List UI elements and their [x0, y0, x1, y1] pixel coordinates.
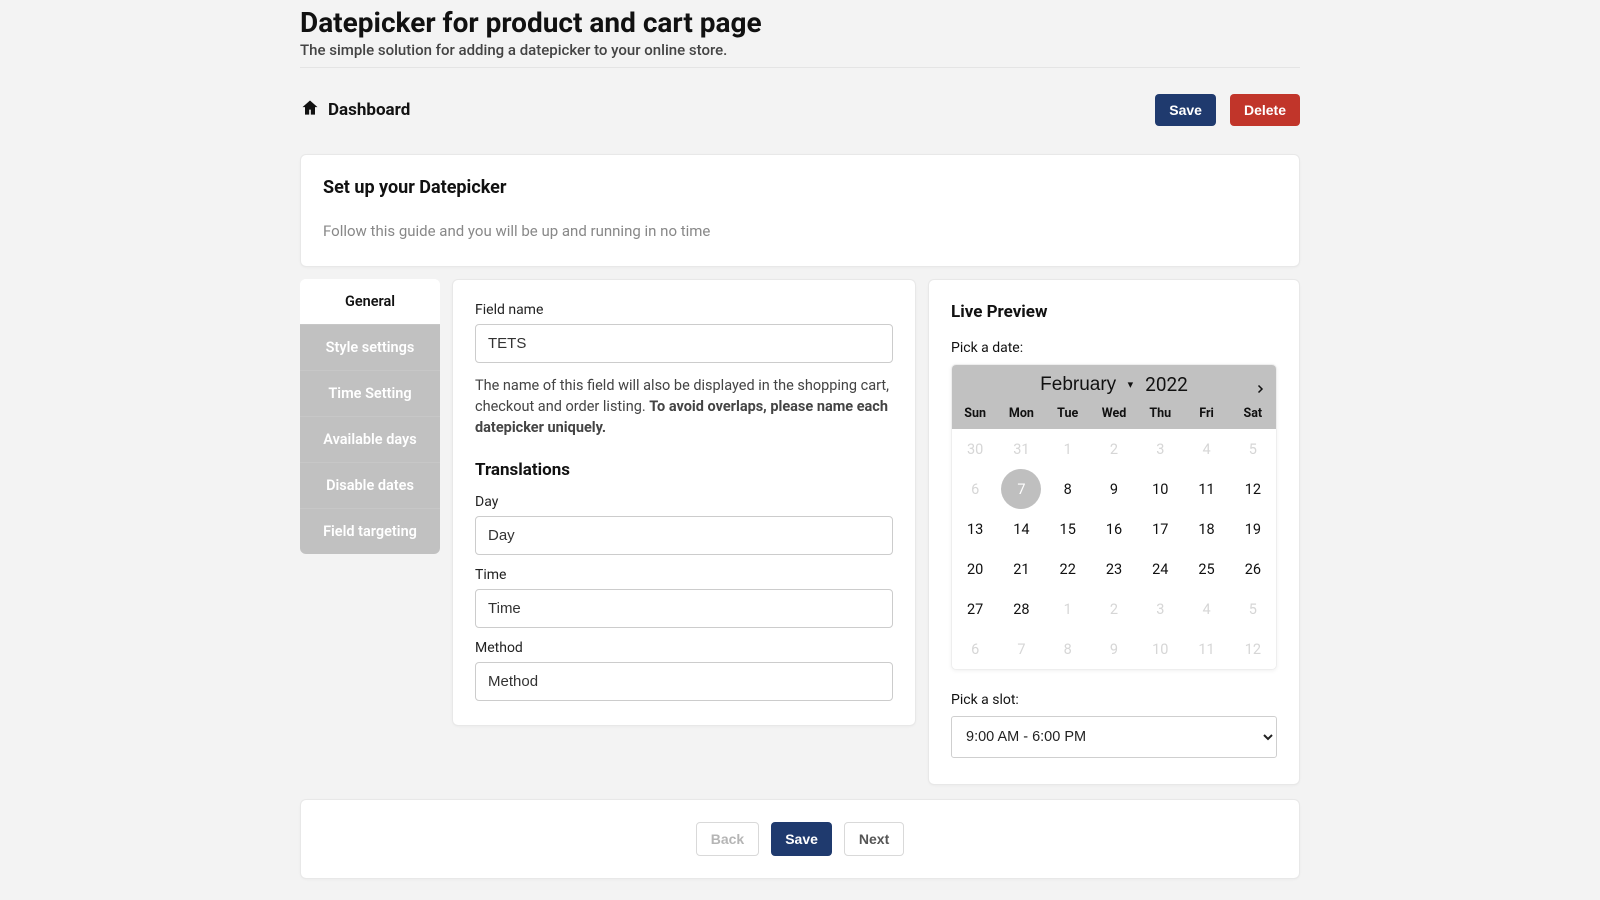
field-name-help: The name of this field will also be disp… [475, 375, 893, 438]
calendar-day[interactable]: 27 [952, 589, 998, 629]
calendar-day[interactable]: 28 [998, 589, 1044, 629]
pick-slot-label: Pick a slot: [951, 692, 1277, 708]
calendar-day: 1 [1045, 429, 1091, 469]
calendar-day: 6 [952, 629, 998, 669]
home-icon [300, 98, 320, 123]
tab-style-settings[interactable]: Style settings [300, 324, 440, 370]
time-label: Time [475, 567, 893, 583]
field-name-label: Field name [475, 302, 893, 318]
calendar-day[interactable]: 13 [952, 509, 998, 549]
tab-available-days[interactable]: Available days [300, 416, 440, 462]
dow-label: Thu [1137, 406, 1183, 421]
calendar-day[interactable]: 25 [1183, 549, 1229, 589]
calendar-day: 11 [1183, 629, 1229, 669]
calendar-day: 30 [952, 429, 998, 469]
calendar-day: 3 [1137, 589, 1183, 629]
tab-general[interactable]: General [300, 279, 440, 324]
calendar-day[interactable]: 23 [1091, 549, 1137, 589]
pick-date-label: Pick a date: [951, 340, 1277, 356]
calendar-day: 4 [1183, 429, 1229, 469]
day-input[interactable] [475, 516, 893, 555]
calendar-day: 7 [998, 629, 1044, 669]
footer-save-button[interactable]: Save [771, 822, 832, 856]
tab-disable-dates[interactable]: Disable dates [300, 462, 440, 508]
page-title: Datepicker for product and cart page [300, 6, 1300, 39]
calendar: February ▾ 2022 SunMonTueWedThuFriSat 30… [951, 364, 1277, 670]
calendar-day: 8 [1045, 629, 1091, 669]
day-label: Day [475, 494, 893, 510]
calendar-day[interactable]: 22 [1045, 549, 1091, 589]
calendar-day: 1 [1045, 589, 1091, 629]
translations-heading: Translations [475, 460, 893, 480]
calendar-day[interactable]: 9 [1091, 469, 1137, 509]
calendar-day[interactable]: 7 [1001, 469, 1041, 509]
slot-select[interactable]: 9:00 AM - 6:00 PM [951, 716, 1277, 758]
calendar-day[interactable]: 8 [1045, 469, 1091, 509]
dow-label: Tue [1045, 406, 1091, 421]
calendar-day[interactable]: 21 [998, 549, 1044, 589]
intro-sub: Follow this guide and you will be up and… [323, 222, 1277, 240]
field-name-input[interactable] [475, 324, 893, 363]
calendar-day: 2 [1091, 589, 1137, 629]
calendar-day[interactable]: 24 [1137, 549, 1183, 589]
time-input[interactable] [475, 589, 893, 628]
calendar-day: 2 [1091, 429, 1137, 469]
calendar-day[interactable]: 17 [1137, 509, 1183, 549]
dow-label: Sun [952, 406, 998, 421]
dow-label: Fri [1183, 406, 1229, 421]
dow-label: Sat [1230, 406, 1276, 421]
next-month-icon[interactable] [1254, 377, 1266, 400]
calendar-day[interactable]: 26 [1230, 549, 1276, 589]
save-button[interactable]: Save [1155, 94, 1216, 126]
year-label: 2022 [1145, 373, 1188, 396]
page-subtitle: The simple solution for adding a datepic… [300, 41, 1300, 59]
calendar-day[interactable]: 12 [1230, 469, 1276, 509]
calendar-day: 5 [1230, 429, 1276, 469]
back-button[interactable]: Back [696, 822, 759, 856]
calendar-day: 9 [1091, 629, 1137, 669]
breadcrumb-label: Dashboard [328, 100, 410, 120]
month-select[interactable]: February [1040, 374, 1135, 395]
calendar-day: 4 [1183, 589, 1229, 629]
method-input[interactable] [475, 662, 893, 701]
dow-label: Wed [1091, 406, 1137, 421]
calendar-day[interactable]: 15 [1045, 509, 1091, 549]
intro-title: Set up your Datepicker [323, 177, 1277, 198]
calendar-day: 10 [1137, 629, 1183, 669]
calendar-day: 12 [1230, 629, 1276, 669]
calendar-day[interactable]: 10 [1137, 469, 1183, 509]
calendar-day[interactable]: 18 [1183, 509, 1229, 549]
calendar-day: 6 [952, 469, 998, 509]
calendar-day[interactable]: 11 [1183, 469, 1229, 509]
tab-time-setting[interactable]: Time Setting [300, 370, 440, 416]
calendar-day[interactable]: 19 [1230, 509, 1276, 549]
dow-label: Mon [998, 406, 1044, 421]
calendar-day[interactable]: 16 [1091, 509, 1137, 549]
calendar-day: 31 [998, 429, 1044, 469]
calendar-day: 5 [1230, 589, 1276, 629]
delete-button[interactable]: Delete [1230, 94, 1300, 126]
breadcrumb[interactable]: Dashboard [300, 98, 410, 123]
calendar-day[interactable]: 14 [998, 509, 1044, 549]
preview-title: Live Preview [951, 302, 1277, 322]
next-button[interactable]: Next [844, 822, 904, 856]
method-label: Method [475, 640, 893, 656]
calendar-day: 3 [1137, 429, 1183, 469]
calendar-day[interactable]: 20 [952, 549, 998, 589]
tab-field-targeting[interactable]: Field targeting [300, 508, 440, 554]
